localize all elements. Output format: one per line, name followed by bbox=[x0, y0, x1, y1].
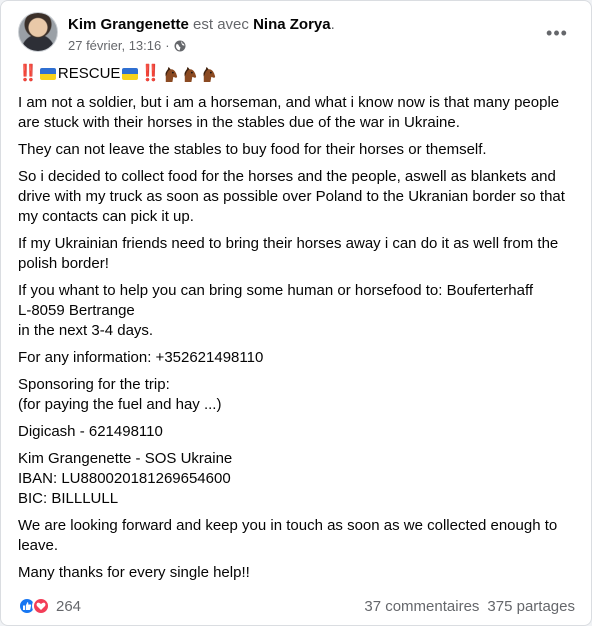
post-body: ‼️ RESCUE ‼️ I am not a soldier, but i a… bbox=[18, 63, 570, 590]
post-footer: 264 37 commentaires 375 partages bbox=[18, 595, 575, 617]
post-headline: ‼️ RESCUE ‼️ bbox=[18, 63, 570, 85]
headline-word: RESCUE bbox=[57, 65, 121, 82]
author-name[interactable]: Kim Grangenette bbox=[68, 16, 189, 33]
horse-face-emoji bbox=[184, 66, 197, 82]
post-meta: 27 février, 13:16 · bbox=[68, 38, 186, 53]
with-text: est avec bbox=[193, 16, 249, 33]
post-header: Kim Grangenette est avec Nina Zorya. 27 … bbox=[18, 12, 579, 56]
bank-line: BIC: BILLLULL bbox=[18, 490, 119, 507]
more-options-icon[interactable]: ••• bbox=[545, 21, 569, 45]
shares-count[interactable]: 375 partages bbox=[487, 598, 575, 615]
address-line: If you whant to help you can bring some … bbox=[18, 282, 534, 299]
globe-icon[interactable] bbox=[174, 40, 186, 52]
date-separator: · bbox=[165, 38, 170, 53]
reaction-count[interactable]: 264 bbox=[56, 598, 81, 615]
tagged-name[interactable]: Nina Zorya bbox=[253, 16, 331, 33]
horse-face-emoji bbox=[165, 66, 178, 82]
ukraine-flag-emoji bbox=[39, 68, 56, 80]
post-card: Kim Grangenette est avec Nina Zorya. 27 … bbox=[0, 0, 592, 626]
sponsor-line: (for paying the fuel and hay ...) bbox=[18, 396, 222, 413]
comments-count[interactable]: 37 commentaires bbox=[364, 598, 479, 615]
author-line: Kim Grangenette est avec Nina Zorya. bbox=[68, 16, 335, 33]
address-line: in the next 3-4 days. bbox=[18, 322, 154, 339]
bank-line: Kim Grangenette - SOS Ukraine bbox=[18, 450, 233, 467]
post-date[interactable]: 27 février, 13:16 bbox=[68, 38, 161, 53]
author-avatar[interactable] bbox=[18, 12, 58, 52]
bank-line: IBAN: LU880020181269654600 bbox=[18, 470, 231, 487]
double-exclamation-emoji: ‼️ bbox=[18, 65, 38, 82]
reactions-summary[interactable] bbox=[18, 597, 50, 615]
paragraph: If my Ukrainian friends need to bring th… bbox=[18, 235, 559, 272]
digicash-line: Digicash - 621498110 bbox=[18, 423, 163, 440]
ukraine-flag-emoji bbox=[122, 68, 139, 80]
paragraph: They can not leave the stables to buy fo… bbox=[18, 141, 487, 158]
paragraph: So i decided to collect food for the hor… bbox=[18, 168, 565, 225]
horse-face-emoji bbox=[203, 66, 216, 82]
double-exclamation-emoji: ‼️ bbox=[140, 65, 160, 82]
love-icon bbox=[32, 597, 50, 615]
sponsor-line: Sponsoring for the trip: bbox=[18, 376, 170, 393]
closing-paragraph: We are looking forward and keep you in t… bbox=[18, 517, 558, 554]
tagged-suffix: . bbox=[330, 16, 335, 33]
paragraph: I am not a soldier, but i am a horseman,… bbox=[18, 94, 560, 131]
thanks-paragraph: Many thanks for every single help!! bbox=[18, 564, 250, 581]
address-line: L-8059 Bertrange bbox=[18, 302, 135, 319]
info-line: For any information: +352621498110 bbox=[18, 349, 264, 366]
